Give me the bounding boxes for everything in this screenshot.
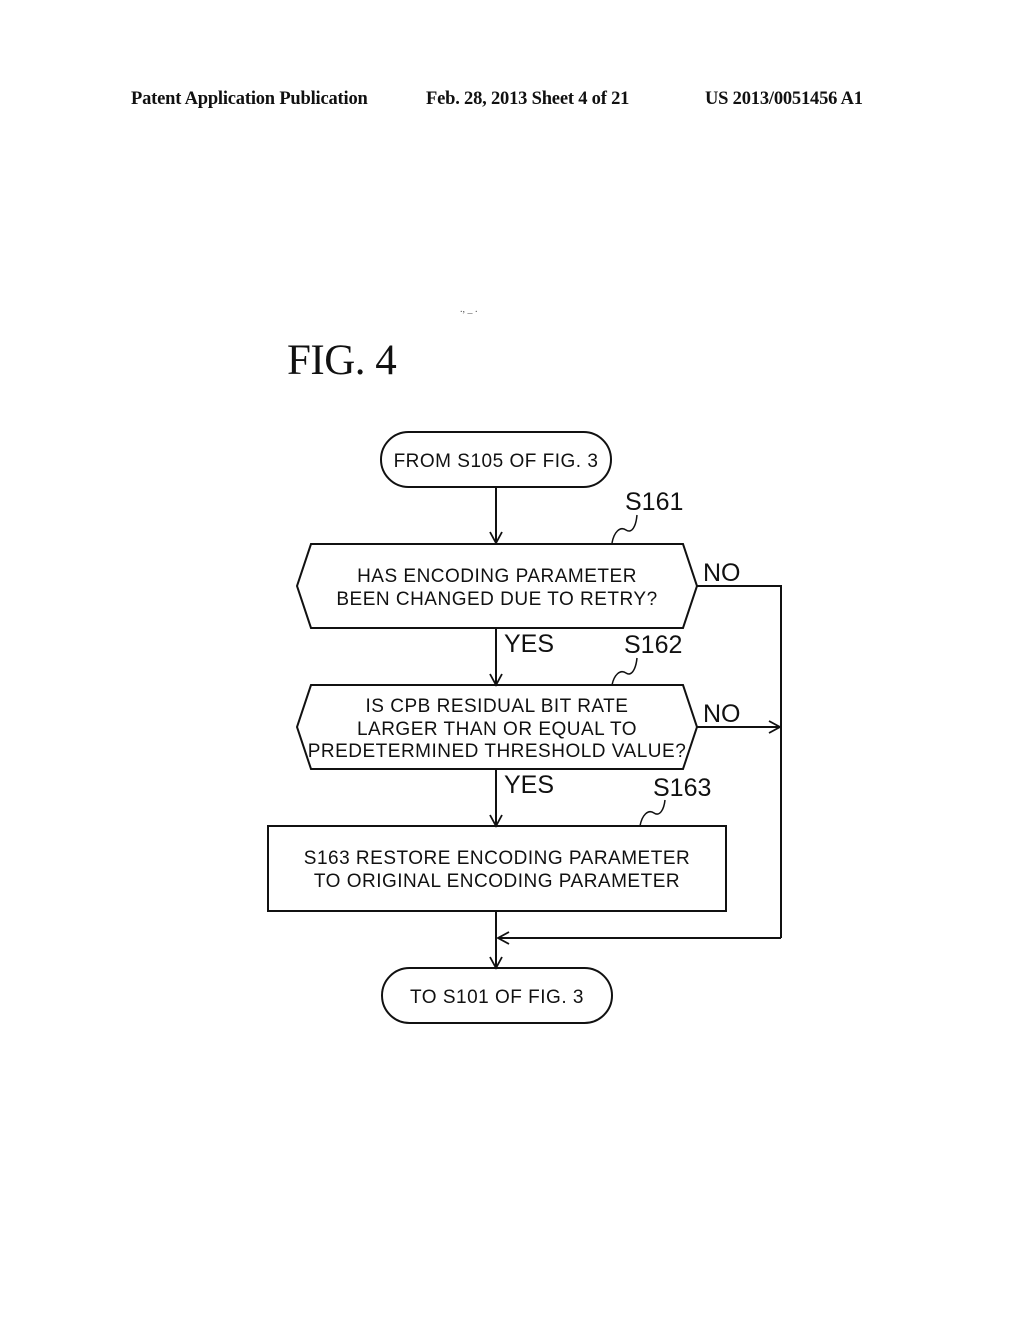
leader-squiggle-s162 (611, 657, 638, 686)
no-label-s162: NO (703, 700, 741, 728)
flowchart: FROM S105 OF FIG. 3 S161 HAS ENCODING PA… (267, 431, 782, 1024)
step-label-s163: S163 (653, 774, 711, 802)
process-s163-line-1: S163 RESTORE ENCODING PARAMETER (304, 848, 690, 869)
step-label-s162: S162 (624, 631, 682, 659)
no-path-s161 (697, 585, 782, 938)
leader-squiggle-s163 (639, 799, 666, 827)
yes-label-s161: YES (504, 630, 554, 658)
end-terminal: TO S101 OF FIG. 3 (381, 967, 613, 1024)
decision-s161-line-2: BEEN CHANGED DUE TO RETRY? (336, 589, 657, 610)
step-label-s161: S161 (625, 488, 683, 516)
start-terminal-text: FROM S105 OF FIG. 3 (394, 451, 599, 472)
decision-s162-line-1: IS CPB RESIDUAL BIT RATE (366, 696, 629, 717)
decision-s162-line-3: PREDETERMINED THRESHOLD VALUE? (308, 741, 687, 762)
yes-label-s162: YES (504, 771, 554, 799)
start-terminal: FROM S105 OF FIG. 3 (380, 431, 612, 488)
decision-s162: IS CPB RESIDUAL BIT RATE LARGER THAN OR … (295, 684, 699, 770)
end-terminal-text: TO S101 OF FIG. 3 (410, 987, 584, 1008)
decision-s161: HAS ENCODING PARAMETER BEEN CHANGED DUE … (295, 543, 699, 629)
leader-squiggle-s161 (611, 514, 638, 544)
decision-s162-line-2: LARGER THAN OR EQUAL TO (357, 719, 637, 740)
process-s163: S163 RESTORE ENCODING PARAMETER TO ORIGI… (267, 825, 727, 912)
no-label-s161: NO (703, 559, 741, 587)
decision-s161-line-1: HAS ENCODING PARAMETER (357, 566, 637, 587)
process-s163-line-2: TO ORIGINAL ENCODING PARAMETER (314, 871, 680, 892)
